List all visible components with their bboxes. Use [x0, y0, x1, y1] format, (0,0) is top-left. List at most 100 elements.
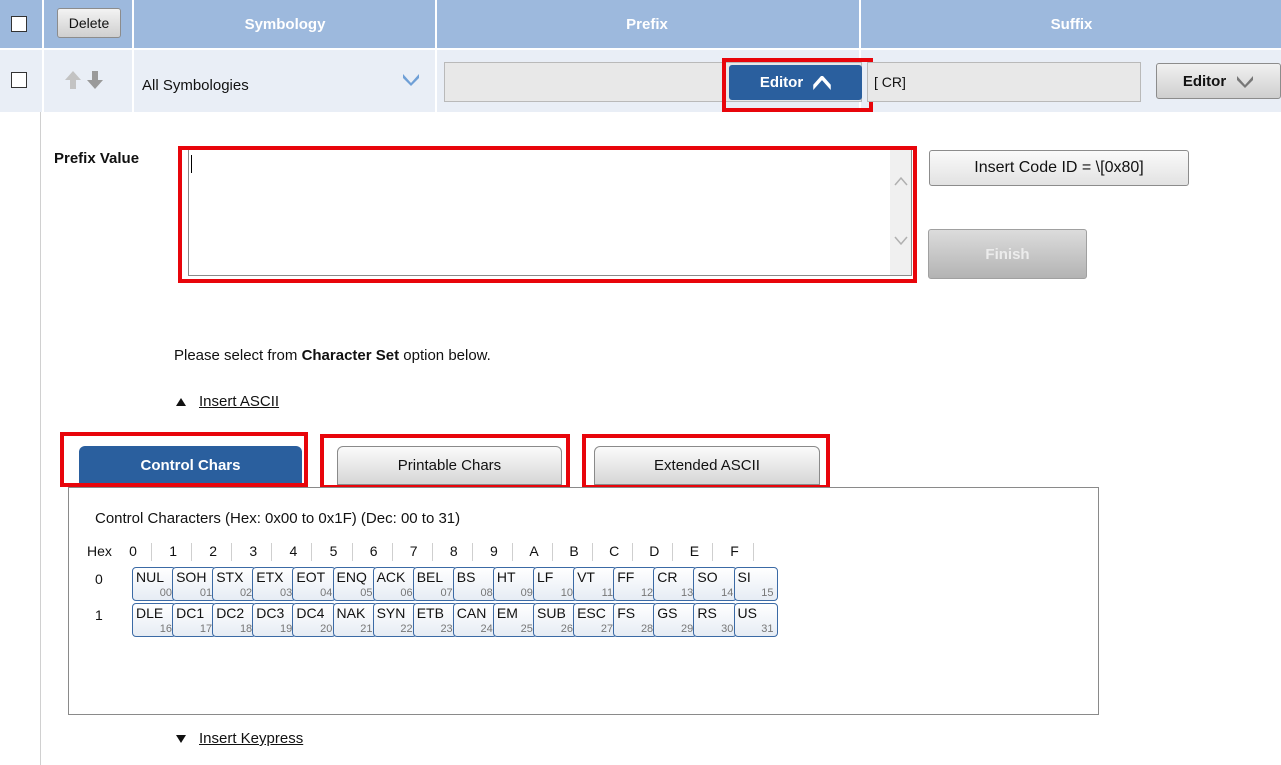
hex-column-header: B — [569, 543, 579, 559]
char-key-decimal: 06 — [400, 587, 413, 599]
char-key-fs[interactable]: FS 28 — [613, 603, 658, 637]
char-key-dle[interactable]: DLE 16 — [132, 603, 176, 637]
hex-column-header: 5 — [329, 543, 338, 559]
char-key-nul[interactable]: NUL 00 — [132, 567, 176, 601]
textarea-scrollbar[interactable] — [890, 150, 911, 275]
tab-extended-ascii[interactable]: Extended ASCII — [594, 446, 820, 485]
chevron-down-icon — [1237, 76, 1254, 88]
tab-printable-chars[interactable]: Printable Chars — [337, 446, 562, 485]
prefix-value-textarea[interactable] — [188, 149, 912, 276]
char-key-decimal: 31 — [761, 623, 774, 635]
char-key-si[interactable]: SI 15 — [733, 567, 778, 601]
insert-ascii-toggle[interactable]: Insert ASCII — [175, 393, 279, 410]
finish-button[interactable]: Finish — [928, 229, 1087, 279]
character-set-instruction: Please select from Character Set option … — [174, 347, 491, 364]
control-chars-panel: Control Characters (Hex: 0x00 to 0x1F) (… — [68, 487, 1099, 715]
char-key-name: RS — [697, 605, 717, 621]
move-down-arrow-icon[interactable] — [86, 70, 104, 90]
char-key-decimal: 19 — [280, 623, 293, 635]
char-key-em[interactable]: EM 25 — [492, 603, 537, 637]
delete-button[interactable]: Delete — [57, 8, 121, 38]
hex-column-header: 9 — [489, 543, 498, 559]
chevron-down-icon — [403, 74, 419, 86]
symbology-select[interactable]: All Symbologies — [136, 64, 432, 104]
char-key-name: SUB — [537, 605, 566, 621]
char-key-stx[interactable]: STX 02 — [212, 567, 257, 601]
char-key-gs[interactable]: GS 29 — [653, 603, 698, 637]
char-key-us[interactable]: US 31 — [733, 603, 778, 637]
char-key-rs[interactable]: RS 30 — [693, 603, 738, 637]
char-key-decimal: 25 — [520, 623, 533, 635]
char-key-bs[interactable]: BS 08 — [452, 567, 497, 601]
char-key-ack[interactable]: ACK 06 — [372, 567, 417, 601]
char-key-dc4[interactable]: DC4 20 — [292, 603, 337, 637]
char-key-dc1[interactable]: DC1 17 — [172, 603, 217, 637]
scroll-up-icon[interactable] — [894, 176, 908, 186]
char-key-decimal: 03 — [280, 587, 293, 599]
char-key-decimal: 09 — [520, 587, 533, 599]
column-divider — [435, 0, 437, 112]
char-key-can[interactable]: CAN 24 — [452, 603, 497, 637]
char-key-name: VT — [577, 569, 595, 585]
char-key-decimal: 27 — [600, 623, 614, 635]
char-key-so[interactable]: SO 14 — [693, 567, 738, 601]
tab-control-chars[interactable]: Control Chars — [79, 446, 302, 485]
insert-code-id-button[interactable]: Insert Code ID = \[0x80] — [929, 150, 1189, 186]
char-key-soh[interactable]: SOH 01 — [172, 567, 217, 601]
char-key-eot[interactable]: EOT 04 — [292, 567, 337, 601]
char-key-decimal: 17 — [199, 623, 213, 635]
scroll-down-icon[interactable] — [894, 236, 908, 246]
insert-ascii-link[interactable]: Insert ASCII — [199, 393, 279, 410]
char-key-name: DC4 — [296, 605, 325, 621]
char-key-decimal: 22 — [400, 623, 413, 635]
char-key-esc[interactable]: ESC 27 — [573, 603, 618, 637]
char-key-ff[interactable]: FF 12 — [613, 567, 658, 601]
char-key-enq[interactable]: ENQ 05 — [332, 567, 377, 601]
char-key-cr[interactable]: CR 13 — [653, 567, 698, 601]
char-key-dc3[interactable]: DC3 19 — [252, 603, 297, 637]
text-cursor — [191, 155, 192, 173]
panel-caption: Control Characters (Hex: 0x00 to 0x1F) (… — [95, 510, 461, 527]
hex-column-header: 3 — [249, 543, 258, 559]
select-all-checkbox[interactable] — [11, 16, 27, 32]
hex-column-divider — [511, 543, 513, 561]
prefix-editor-button[interactable]: Editor — [729, 65, 862, 100]
char-key-bel[interactable]: BEL 07 — [412, 567, 457, 601]
char-key-dc2[interactable]: DC2 18 — [212, 603, 257, 637]
char-key-syn[interactable]: SYN 22 — [372, 603, 417, 637]
hex-column-divider — [351, 543, 353, 561]
char-key-etb[interactable]: ETB 23 — [412, 603, 457, 637]
char-key-name: ETB — [416, 605, 444, 621]
chevron-up-icon — [813, 75, 831, 90]
hex-column-divider — [471, 543, 473, 561]
char-key-sub[interactable]: SUB 26 — [533, 603, 577, 637]
hex-column-header: 8 — [449, 543, 458, 559]
suffix-editor-button[interactable]: Editor — [1156, 63, 1281, 99]
hex-column-header: 7 — [409, 543, 418, 559]
column-divider — [132, 0, 134, 112]
move-up-arrow-icon[interactable] — [64, 70, 82, 90]
suffix-value-field[interactable]: [ CR] — [867, 62, 1141, 102]
char-key-vt[interactable]: VT 11 — [573, 567, 618, 601]
row-checkbox[interactable] — [11, 72, 27, 88]
prefix-column-header: Prefix — [626, 15, 668, 33]
char-key-decimal: 10 — [560, 587, 573, 599]
hex-column-divider — [712, 543, 714, 561]
char-key-ht[interactable]: HT 09 — [492, 567, 537, 601]
hex-column-divider — [752, 543, 754, 561]
hex-row-label: 0 — [95, 571, 103, 587]
char-key-decimal: 01 — [199, 587, 213, 599]
char-key-decimal: 29 — [681, 623, 694, 635]
char-key-nak[interactable]: NAK 21 — [332, 603, 377, 637]
insert-keypress-toggle[interactable]: Insert Keypress — [175, 730, 303, 747]
char-key-decimal: 20 — [320, 623, 333, 635]
hex-column-divider — [552, 543, 553, 561]
char-key-decimal: 12 — [640, 587, 654, 599]
char-key-lf[interactable]: LF 10 — [533, 567, 577, 601]
char-key-decimal: 28 — [640, 623, 654, 635]
char-key-name: BS — [456, 569, 476, 585]
char-key-decimal: 26 — [560, 623, 573, 635]
insert-keypress-link[interactable]: Insert Keypress — [199, 730, 303, 747]
char-key-etx[interactable]: ETX 03 — [252, 567, 297, 601]
char-key-decimal: 14 — [721, 587, 734, 599]
